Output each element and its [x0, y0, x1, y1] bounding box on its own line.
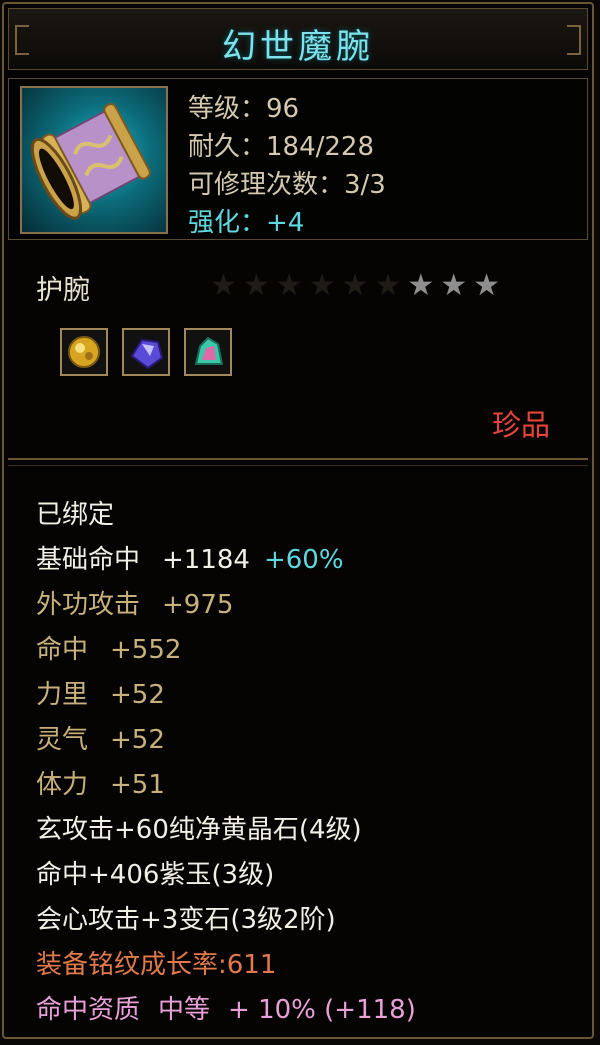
attr-outer-attack: 外功攻击 +975: [36, 584, 233, 621]
star-icons-empty: ★★★★★★: [210, 268, 408, 303]
gem-bonus-line-2: 命中+406紫玉(3级): [36, 860, 275, 890]
attr-strength: 力里 +52: [36, 674, 165, 711]
attr-name: 外功攻击: [36, 590, 141, 620]
attr-value: +975: [162, 590, 234, 620]
attr-value: +552: [110, 635, 182, 665]
attr-value: +52: [110, 725, 165, 755]
inscription-growth: 装备铭纹成长率:611: [36, 950, 277, 980]
gem-slot-3[interactable]: [184, 328, 232, 376]
attr-base-hit: 基础命中 +1184 +60%: [36, 539, 344, 576]
attr-name: 命中: [36, 635, 89, 665]
gem-bonus-line-3: 会心攻击+3变石(3级2阶): [36, 905, 336, 935]
attr-value: +52: [110, 680, 165, 710]
purple-gem-icon: [130, 338, 164, 370]
rarity-label: 珍品: [492, 408, 551, 442]
attr-name: 基础命中: [36, 545, 141, 575]
gem-slot-2[interactable]: [122, 328, 170, 376]
item-icon: [20, 86, 168, 234]
attr-value: +1184: [162, 545, 250, 575]
attr-name: 体力: [36, 770, 89, 800]
attr-bonus: +60%: [263, 545, 344, 575]
level-stat: 等级：96: [188, 94, 300, 124]
yellow-gem-icon: [68, 336, 100, 368]
attr-name: 灵气: [36, 725, 89, 755]
attr-spirit: 灵气 +52: [36, 719, 165, 756]
item-type: 护腕: [36, 275, 90, 306]
durability-stat: 耐久：184/228: [188, 132, 375, 162]
gem-bonus-line-1: 玄攻击+60纯净黄晶石(4级): [36, 815, 362, 845]
attr-name: 力里: [36, 680, 89, 710]
title-bar: 幻世魔腕: [8, 8, 588, 70]
bracer-icon: [30, 103, 151, 220]
section-divider: [8, 458, 588, 466]
aptitude-line: 命中资质 中等 + 10% (+118): [36, 989, 416, 1026]
aptitude-grade: 中等: [158, 995, 211, 1025]
enhance-stat: 强化：+4: [188, 208, 305, 238]
star-rating: ★★★★★★★★★: [210, 268, 506, 303]
aptitude-name: 命中资质: [36, 995, 141, 1025]
bound-status: 已绑定: [36, 500, 115, 530]
green-gem-icon: [194, 336, 224, 365]
repair-count-stat: 可修理次数：3/3: [188, 170, 386, 200]
attr-hit: 命中 +552: [36, 629, 181, 666]
star-icons-filled: ★★★: [407, 268, 507, 303]
gem-slot-1[interactable]: [60, 328, 108, 376]
attr-stamina: 体力 +51: [36, 764, 165, 801]
attr-value: +51: [110, 770, 165, 800]
item-name: 幻世魔腕: [222, 27, 374, 67]
aptitude-bonus: + 10% (+118): [228, 995, 416, 1025]
